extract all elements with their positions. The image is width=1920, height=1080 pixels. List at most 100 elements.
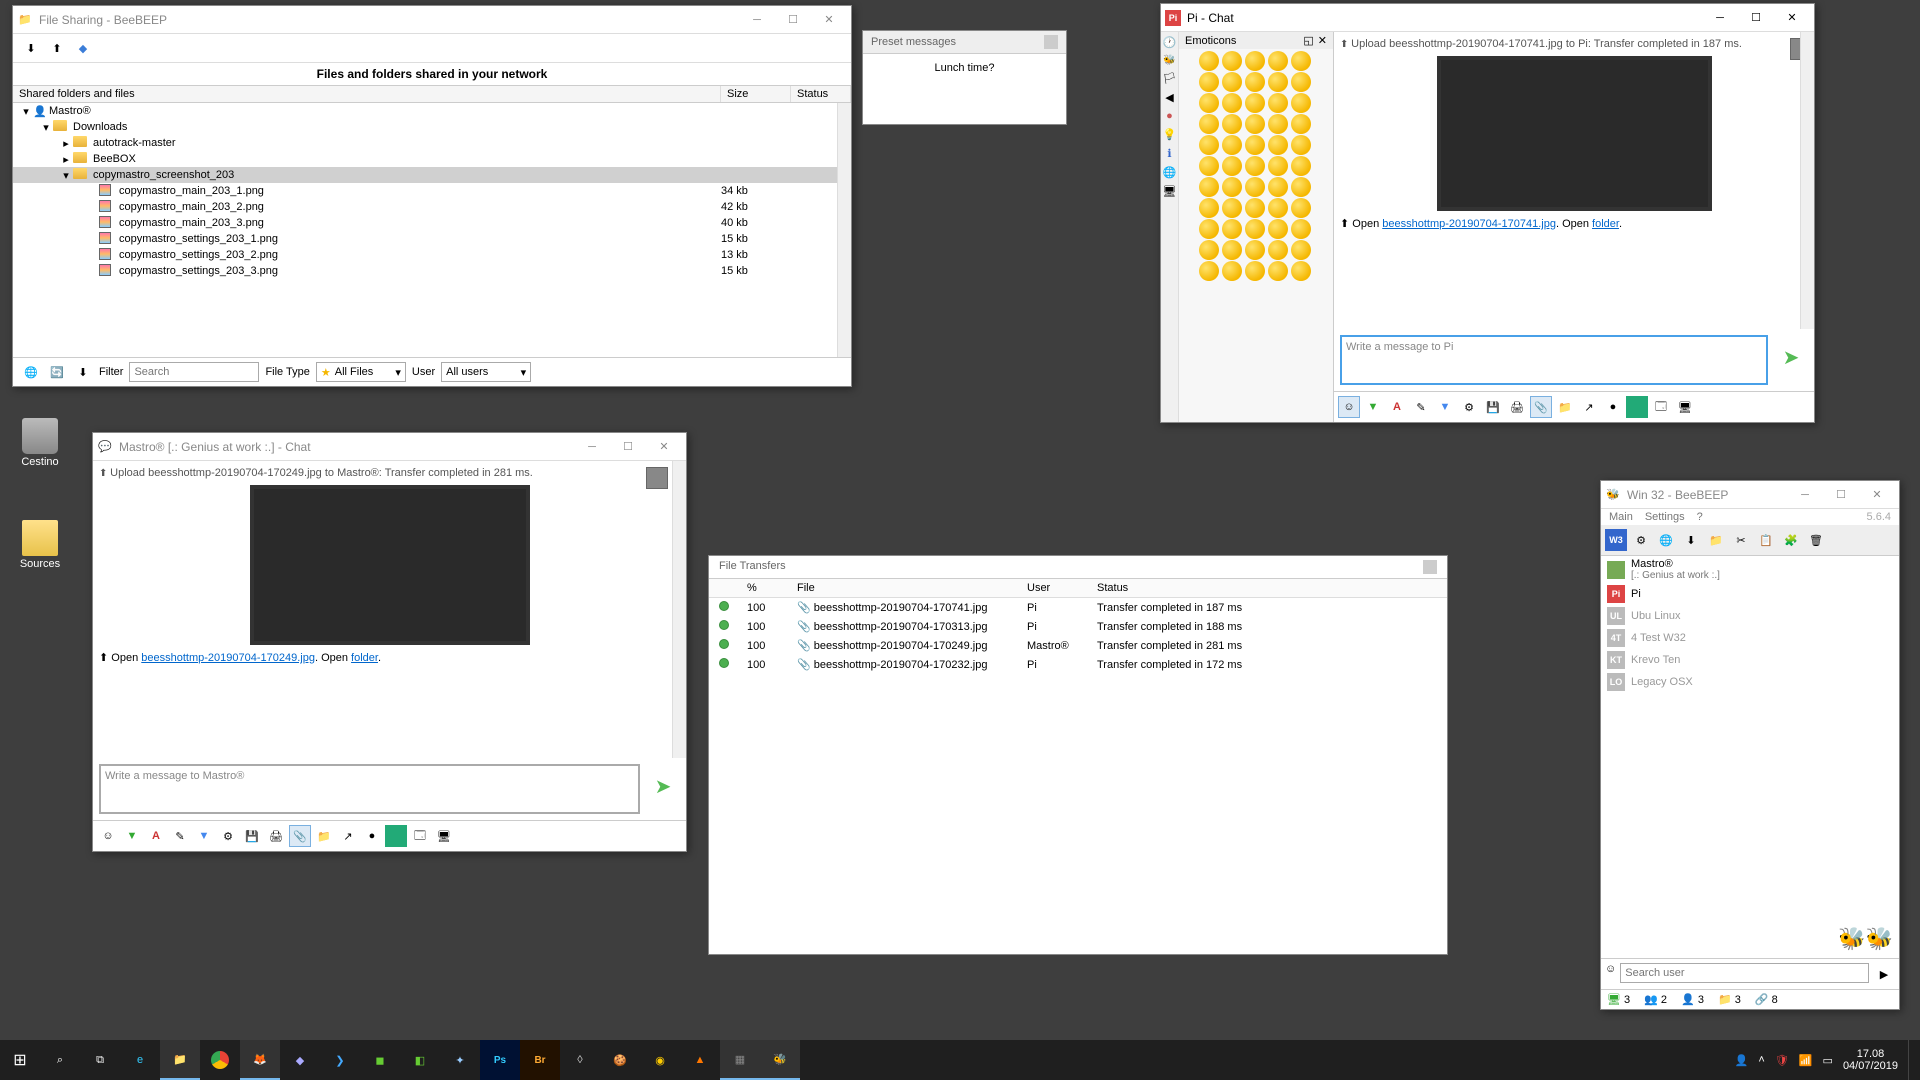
screenshot-icon[interactable]: ✂ — [1730, 529, 1752, 551]
emoticon[interactable] — [1222, 177, 1242, 197]
col-name[interactable]: Shared folders and files — [13, 86, 721, 102]
emoticon[interactable] — [1245, 135, 1265, 155]
emoticon[interactable] — [1245, 240, 1265, 260]
globe-icon[interactable]: 🌐 — [21, 362, 41, 382]
file-row[interactable]: copymastro_settings_203_3.png15 kb — [13, 263, 851, 279]
emoji-button[interactable]: ☺ — [97, 825, 119, 847]
plugin-icon[interactable]: 🧩 — [1780, 529, 1802, 551]
folder-link[interactable]: folder — [1592, 218, 1619, 230]
folder-button[interactable]: 📁 — [313, 825, 335, 847]
maximize-button[interactable]: ☐ — [610, 434, 646, 460]
screenshot-button[interactable] — [385, 825, 407, 847]
emoticon[interactable] — [1268, 261, 1288, 281]
record-button[interactable]: ● — [1602, 396, 1624, 418]
menu-settings[interactable]: Settings — [1645, 511, 1685, 523]
emoticon[interactable] — [1268, 156, 1288, 176]
window-button[interactable]: 🗔 — [409, 825, 431, 847]
preset-close-icon[interactable] — [1044, 35, 1058, 49]
folder-link[interactable]: folder — [351, 652, 378, 664]
powershell-icon[interactable]: ❯ — [320, 1040, 360, 1080]
chrome-icon[interactable] — [200, 1040, 240, 1080]
downloads-icon[interactable]: ⬇ — [1680, 529, 1702, 551]
color-button[interactable]: ▼ — [1362, 396, 1384, 418]
app-icon-1[interactable]: ◆ — [280, 1040, 320, 1080]
emoticon[interactable] — [1199, 93, 1219, 113]
emoticon[interactable] — [1291, 240, 1311, 260]
app-icon-4[interactable]: ✦ — [440, 1040, 480, 1080]
col-file[interactable]: File — [789, 579, 1019, 597]
scrollbar[interactable] — [672, 461, 686, 758]
settings-icon[interactable]: ⚙ — [1630, 529, 1652, 551]
folder-screenshots[interactable]: copymastro_screenshot_203 — [93, 169, 234, 181]
expand-icon[interactable]: ▾ — [39, 121, 53, 134]
print-button[interactable]: 🖨 — [265, 825, 287, 847]
edge-icon[interactable]: e — [120, 1040, 160, 1080]
screenshot-button[interactable] — [1626, 396, 1648, 418]
emoticon[interactable] — [1291, 135, 1311, 155]
transfer-row[interactable]: 100📎 beesshottmp-20190704-170232.jpgPiTr… — [709, 655, 1447, 674]
font-button[interactable]: A — [1386, 396, 1408, 418]
root-user[interactable]: Mastro® — [49, 105, 91, 117]
recent-icon[interactable]: 🕐 — [1163, 36, 1177, 49]
file-link[interactable]: beesshottmp-20190704-170741.jpg — [1382, 218, 1556, 230]
menu-help[interactable]: ? — [1697, 511, 1703, 523]
emoticon[interactable] — [1245, 114, 1265, 134]
pi-chat-messages[interactable]: ⬆ Upload beesshottmp-20190704-170741.jpg… — [1334, 32, 1814, 329]
user-list[interactable]: 🐝🐝 Mastro®[.: Genius at work :.]PiPiULUb… — [1601, 556, 1899, 958]
screenshot-thumbnail[interactable] — [1437, 56, 1712, 211]
color-button[interactable]: ▼ — [121, 825, 143, 847]
emoticon[interactable] — [1268, 114, 1288, 134]
emoticon[interactable] — [1199, 177, 1219, 197]
tray-wifi-icon[interactable]: 📶 — [1799, 1054, 1813, 1067]
trash-desktop-icon[interactable]: Cestino — [10, 418, 70, 468]
beebeep-icon[interactable]: 🐝 — [760, 1040, 800, 1080]
user-badge-icon[interactable]: W3 — [1605, 529, 1627, 551]
user-row[interactable]: PiPi — [1601, 583, 1899, 605]
transfer-row[interactable]: 100📎 beesshottmp-20190704-170741.jpgPiTr… — [709, 598, 1447, 617]
user-row[interactable]: LOLegacy OSX — [1601, 671, 1899, 693]
folder-icon[interactable]: 📁 — [1705, 529, 1727, 551]
folder-button[interactable]: 📁 — [1554, 396, 1576, 418]
emoticon[interactable] — [1222, 156, 1242, 176]
emoticon[interactable] — [1199, 198, 1219, 218]
firefox-icon[interactable]: 🦊 — [240, 1040, 280, 1080]
app-icon-2[interactable]: ◼ — [360, 1040, 400, 1080]
bridge-icon[interactable]: Br — [520, 1040, 560, 1080]
spell-button[interactable]: ✎ — [1410, 396, 1432, 418]
emoticon[interactable] — [1245, 72, 1265, 92]
maximize-button[interactable]: ☐ — [1738, 5, 1774, 31]
col-status[interactable]: Status — [1089, 579, 1447, 597]
emoticon[interactable] — [1291, 114, 1311, 134]
scrollbar[interactable] — [1800, 32, 1814, 329]
emoticon[interactable] — [1245, 51, 1265, 71]
folder-downloads[interactable]: Downloads — [73, 121, 127, 133]
emoticon[interactable] — [1245, 177, 1265, 197]
mastro-chat-messages[interactable]: ⬆ Upload beesshottmp-20190704-170249.jpg… — [93, 461, 686, 758]
minimize-button[interactable]: ─ — [739, 7, 775, 33]
filetype-select[interactable]: ★All Files▾ — [316, 362, 406, 382]
emoticon[interactable] — [1199, 72, 1219, 92]
search-go-icon[interactable]: ▶ — [1873, 963, 1895, 985]
file-sharing-titlebar[interactable]: 📁 File Sharing - BeeBEEP ─ ☐ ✕ — [13, 6, 851, 34]
save-button[interactable]: 💾 — [1482, 396, 1504, 418]
emoticon[interactable] — [1222, 93, 1242, 113]
emoticon[interactable] — [1268, 135, 1288, 155]
emoticon[interactable] — [1291, 93, 1311, 113]
emoticon[interactable] — [1199, 240, 1219, 260]
emoticon[interactable] — [1222, 261, 1242, 281]
share-button[interactable]: ↗ — [1578, 396, 1600, 418]
emoji-button[interactable]: ☺ — [1338, 396, 1360, 418]
close-button[interactable]: ✕ — [1859, 482, 1895, 508]
emoticon[interactable] — [1268, 72, 1288, 92]
emoticon[interactable] — [1199, 261, 1219, 281]
emoticon[interactable] — [1268, 219, 1288, 239]
send-button[interactable]: ➤ — [1774, 335, 1808, 379]
folder-autotrack[interactable]: autotrack-master — [93, 137, 176, 149]
close-button[interactable]: ✕ — [811, 7, 847, 33]
start-button[interactable]: ⊞ — [0, 1040, 40, 1080]
mastro-chat-titlebar[interactable]: 💬 Mastro® [.: Genius at work :.] - Chat … — [93, 433, 686, 461]
show-desktop-button[interactable] — [1908, 1040, 1914, 1080]
info-icon[interactable]: ℹ — [1167, 147, 1171, 160]
task-view-button[interactable]: ⧉ — [80, 1040, 120, 1080]
lightbulb-icon[interactable]: 💡 — [1163, 128, 1177, 141]
